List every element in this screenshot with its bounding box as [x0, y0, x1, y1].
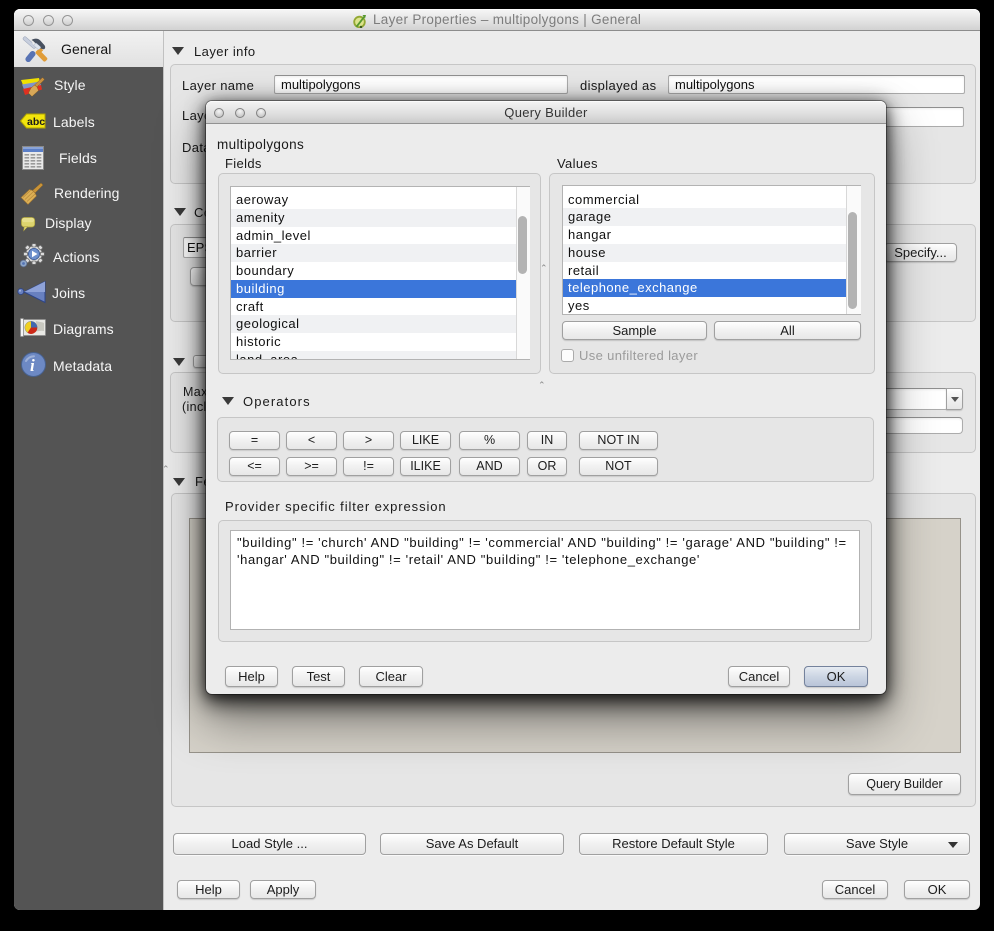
- svg-text:abc: abc: [27, 116, 45, 128]
- svg-text:i: i: [30, 356, 35, 375]
